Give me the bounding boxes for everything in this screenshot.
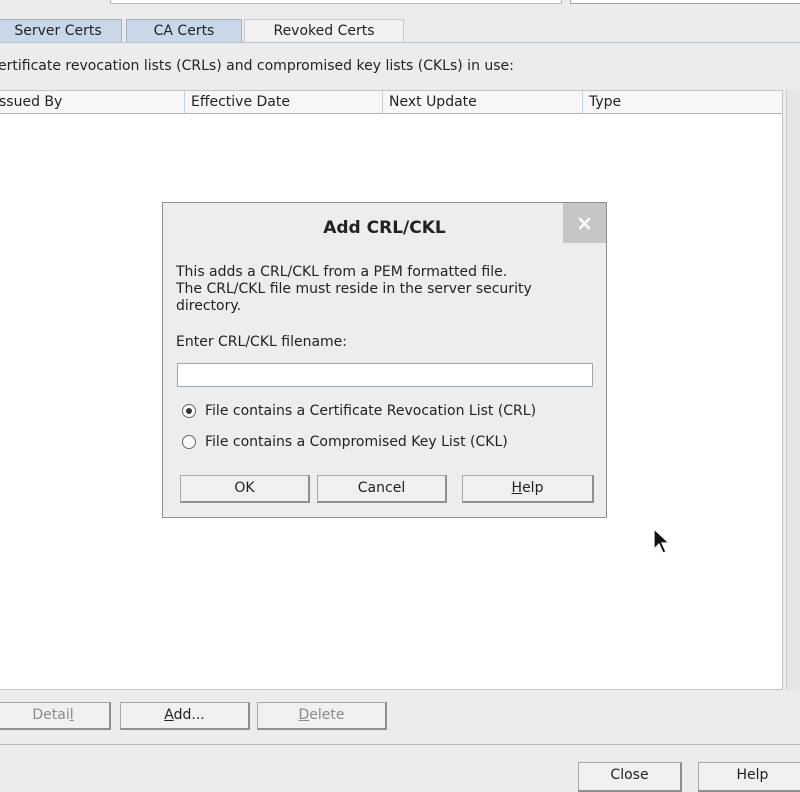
ok-label: OK (234, 480, 255, 496)
ok-button[interactable]: OK (180, 475, 310, 503)
close-glyph: × (576, 211, 593, 235)
delete-button[interactable]: Delete (257, 702, 387, 730)
tab-label: CA Certs (153, 23, 215, 39)
description-text: ertificate revocation lists (CRLs) and c… (0, 58, 514, 74)
cancel-label: Cancel (357, 480, 406, 496)
radio-unselected-icon[interactable] (182, 435, 196, 449)
column-header-effective-date[interactable]: Effective Date (185, 91, 383, 113)
tab-server-certs[interactable]: Server Certs (0, 19, 122, 43)
detail-mnemonic: l (69, 707, 74, 723)
tab-label: Server Certs (14, 23, 102, 39)
cancel-button[interactable]: Cancel (317, 475, 447, 503)
detail-button[interactable]: Detail (0, 702, 111, 730)
add-mnemonic: A (164, 707, 174, 723)
column-header-next-update[interactable]: Next Update (383, 91, 583, 113)
dialog-help-label: elp (522, 480, 544, 496)
add-label: dd... (173, 707, 205, 723)
radio-label-ckl: File contains a Compromised Key List (CK… (205, 434, 508, 450)
column-header-type[interactable]: Type (583, 91, 783, 113)
delete-mnemonic: D (298, 707, 310, 723)
table-header: ssued By Effective Date Next Update Type (0, 91, 782, 114)
radio-option-crl[interactable]: File contains a Certificate Revocation L… (182, 401, 536, 421)
delete-label: elete (309, 707, 345, 723)
add-crl-dialog: Add CRL/CKL × This adds a CRL/CKL from a… (162, 202, 607, 518)
filename-input[interactable] (177, 363, 593, 387)
mouse-pointer-icon (653, 528, 671, 554)
tab-divider (0, 42, 800, 43)
radio-option-ckl[interactable]: File contains a Compromised Key List (CK… (182, 432, 508, 452)
add-button[interactable]: Add... (120, 702, 250, 730)
dialog-help-button[interactable]: Help (462, 475, 594, 503)
tab-label: Revoked Certs (273, 23, 375, 39)
help-mnemonic: H (511, 480, 523, 496)
top-input-field[interactable] (110, 0, 562, 4)
tab-revoked-certs[interactable]: Revoked Certs (244, 19, 404, 43)
help-label: Help (736, 767, 769, 783)
radio-selected-icon[interactable] (182, 404, 196, 418)
radio-label-crl: File contains a Certificate Revocation L… (205, 403, 537, 419)
close-button[interactable]: Close (578, 762, 682, 792)
help-button[interactable]: Help (698, 762, 800, 792)
dialog-message: This adds a CRL/CKL from a PEM formatted… (176, 264, 532, 314)
column-header-issued-by[interactable]: ssued By (0, 91, 185, 113)
close-icon[interactable]: × (563, 203, 606, 243)
detail-label: Detai (32, 707, 70, 723)
close-label: Close (610, 767, 649, 783)
tab-ca-certs[interactable]: CA Certs (126, 19, 242, 43)
top-input-field-secondary[interactable] (570, 0, 800, 4)
dialog-title: Add CRL/CKL (323, 218, 446, 238)
table-scrollbar[interactable] (786, 90, 800, 690)
filename-label: Enter CRL/CKL filename: (176, 334, 347, 350)
